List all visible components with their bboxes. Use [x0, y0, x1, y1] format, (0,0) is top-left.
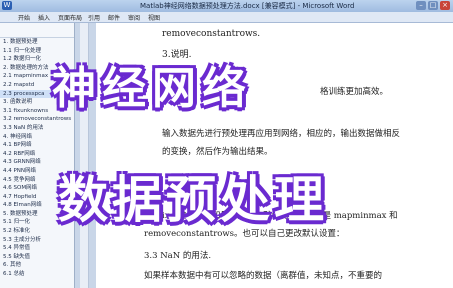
nav-item[interactable]: 4.1 BP网络 — [0, 141, 74, 150]
nav-item[interactable]: 4.2 RBF网络 — [0, 150, 74, 159]
doc-line: removeconstantrows. — [162, 29, 261, 39]
menu-item-references[interactable]: 引用 — [88, 13, 100, 22]
nav-item[interactable]: 3.2 removeconstantrows — [0, 115, 74, 124]
menu-item-view[interactable]: 视图 — [148, 13, 160, 22]
maximize-icon[interactable]: □ — [428, 1, 438, 10]
doc-line: 格训练更加高效。 — [320, 87, 389, 97]
nav-item[interactable]: 4. 神经网络 — [0, 133, 74, 142]
nav-item[interactable]: 3.3 NaN 的用法 — [0, 124, 74, 133]
doc-line: 的变换，然后作为输出结果。 — [162, 147, 273, 157]
window-title: Matlab神经网络数据预处理方法.docx [兼容模式] - Microsof… — [140, 2, 355, 10]
nav-item[interactable]: 5.5 缺失值 — [0, 253, 74, 262]
overlay-subheadline: 数据预处理 — [58, 171, 328, 229]
menu-item-review[interactable]: 审阅 — [128, 13, 140, 22]
nav-item[interactable]: 5.3 主成分分析 — [0, 236, 74, 245]
ribbon-menu: 开始 插入 页面布局 引用 邮件 审阅 视图 — [0, 12, 453, 23]
minimize-icon[interactable]: – — [416, 1, 426, 10]
menu-item-layout[interactable]: 页面布局 — [58, 13, 82, 22]
doc-line: 输入数据先进行预处理再应用到网络，相应的，输出数据做相反 — [162, 129, 401, 139]
menu-item-mailings[interactable]: 邮件 — [108, 13, 120, 22]
nav-item[interactable]: 1. 数据预处理 — [0, 38, 74, 47]
doc-line: 如果样本数据中有可以忽略的数据（离群值，未知点，不重要的 — [144, 271, 383, 281]
menu-item-home[interactable]: 开始 — [18, 13, 30, 22]
close-icon[interactable]: × — [440, 1, 450, 10]
nav-item[interactable]: 5.4 异常值 — [0, 244, 74, 253]
nav-item[interactable]: 6.1 总结 — [0, 270, 74, 279]
doc-heading: 3.3 NaN 的用法. — [144, 251, 212, 261]
app-icon[interactable]: W — [2, 1, 12, 10]
menu-item-insert[interactable]: 插入 — [38, 13, 50, 22]
overlay-headline: 神经网络 — [52, 63, 252, 114]
nav-pane-header — [0, 23, 74, 38]
nav-item[interactable]: 6. 其他 — [0, 261, 74, 270]
